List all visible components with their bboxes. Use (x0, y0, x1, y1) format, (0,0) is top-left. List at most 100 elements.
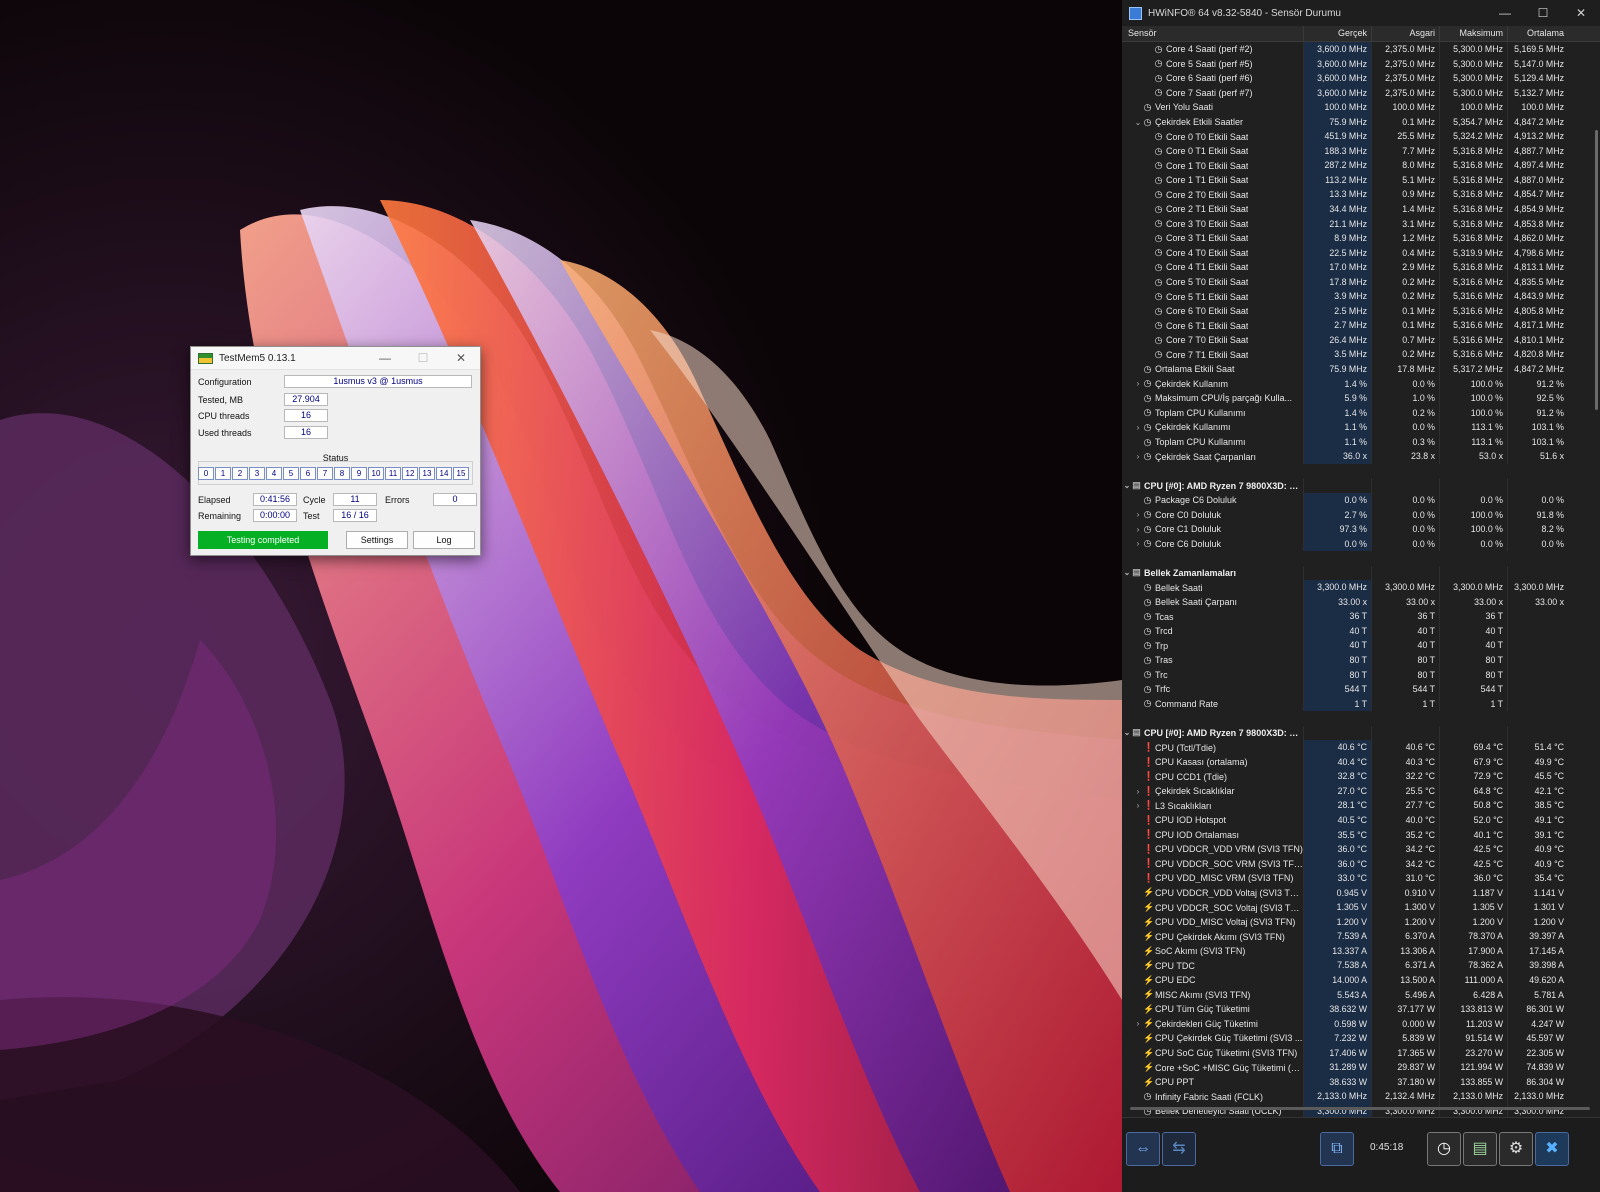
chevron-right-icon[interactable]: › (1133, 801, 1143, 810)
column-header-current[interactable]: Gerçek (1303, 26, 1371, 41)
chevron-right-icon[interactable]: › (1133, 525, 1143, 534)
collapse-arrows-icon[interactable]: ⇆ (1162, 1132, 1196, 1166)
horizontal-scrollbar[interactable] (1130, 1107, 1590, 1110)
sensor-row[interactable]: ◷ Trc 80 T 80 T 80 T (1122, 667, 1592, 683)
sensor-row[interactable]: ⚡ CPU VDDCR_SOC Voltaj (SVI3 TFN) 1.305 V1… (1122, 900, 1592, 915)
sensor-row[interactable]: ❗ CPU IOD Ortalaması 35.5 °C 35.2 °C 40.1 °C… (1122, 827, 1592, 843)
chevron-down-icon[interactable]: ⌄ (1122, 481, 1132, 490)
sensor-row[interactable]: ⚡ MISC Akımı (SVI3 TFN) 5.543 A 5.496 A 6.42… (1122, 987, 1592, 1003)
hwinfo-titlebar[interactable]: HWiNFO® 64 v8.32-5840 - Sensör Durumu — … (1122, 0, 1600, 26)
sensor-row[interactable]: ◷ Core 1 T1 Etkili Saat 113.2 MHz 5.1 MHz 5,… (1122, 172, 1592, 188)
sensor-row[interactable]: ◷ Core 6 T1 Etkili Saat 2.7 MHz 0.1 MHz 5,31… (1122, 318, 1592, 333)
maximize-icon[interactable]: ☐ (1524, 6, 1562, 20)
sensor-row[interactable]: ❗ CPU Kasası (ortalama) 40.4 °C 40.3 °C 67.9… (1122, 754, 1592, 770)
sensor-row[interactable]: ◷ Core 0 T1 Etkili Saat 188.3 MHz 7.7 MHz 5,… (1122, 143, 1592, 159)
sensor-row[interactable]: ◷ Core 6 T0 Etkili Saat 2.5 MHz 0.1 MHz 5,31… (1122, 303, 1592, 319)
sensor-row[interactable]: ◷ Core 7 Saati (perf #7) 3,600.0 MHz 2,375.… (1122, 85, 1592, 101)
close-icon[interactable]: ✕ (1562, 6, 1600, 20)
sensor-row[interactable]: ◷ Core 4 T0 Etkili Saat 22.5 MHz 0.4 MHz 5,3… (1122, 245, 1592, 261)
sensor-row[interactable]: ◷ Core 5 T1 Etkili Saat 3.9 MHz 0.2 MHz 5,31… (1122, 289, 1592, 304)
chevron-right-icon[interactable]: › (1133, 423, 1143, 432)
sensor-row[interactable]: ◷ Tras 80 T 80 T 80 T (1122, 652, 1592, 668)
sensor-row[interactable]: ❗ CPU VDDCR_SOC VRM (SVI3 TFN) 36.0 °C 34.2… (1122, 856, 1592, 872)
sensor-row[interactable]: ◷ Core 4 Saati (perf #2) 3,600.0 MHz 2,375.… (1122, 42, 1592, 57)
sensor-group-row[interactable]: ⌄ ▤ Bellek Zamanlamaları (1122, 565, 1592, 581)
sensor-row[interactable]: ⚡ CPU TDC 7.538 A 6.371 A 78.362 A 39.398 A (1122, 958, 1592, 973)
sensor-row[interactable]: ◷ Core 6 Saati (perf #6) 3,600.0 MHz 2,375.… (1122, 71, 1592, 86)
sensor-row[interactable]: ❗ CPU CCD1 (Tdie) 32.8 °C 32.2 °C 72.9 °C 45.… (1122, 769, 1592, 784)
sensor-row[interactable]: › ❗ L3 Sıcaklıkları 28.1 °C 27.7 °C 50.8 °C 38… (1122, 798, 1592, 813)
sensor-row[interactable]: ◷ Core 0 T0 Etkili Saat 451.9 MHz 25.5 MHz 5… (1122, 129, 1592, 144)
sensor-row[interactable]: ❗ CPU (Tctl/Tdie) 40.6 °C 40.6 °C 69.4 °C 51.… (1122, 740, 1592, 755)
sensor-row[interactable]: ⚡ CPU Çekirdek Güç Tüketimi (SVI3 ... 7.23… (1122, 1031, 1592, 1046)
report-icon[interactable]: ▤ (1463, 1132, 1497, 1166)
sensor-group-row[interactable]: ⌄▤CPU [#0]: AMD Ryzen 7 9800X3D: Enhance… (1122, 725, 1592, 741)
sensor-row[interactable]: ◷ Core 1 T0 Etkili Saat 287.2 MHz 8.0 MHz 5,… (1122, 158, 1592, 173)
settings-button[interactable]: Settings (346, 531, 408, 549)
sensor-row[interactable]: ⚡ Core +SoC +MISC Güç Tüketimi (S... 31.28… (1122, 1060, 1592, 1075)
clock-icon[interactable]: ◷ (1427, 1132, 1461, 1166)
column-header-maximum[interactable]: Maksimum (1439, 26, 1507, 41)
expand-collapse-icon[interactable]: ⇔ (1126, 1132, 1160, 1166)
sensor-row[interactable]: ⚡ CPU SoC Güç Tüketimi (SVI3 TFN) 17.406 W… (1122, 1045, 1592, 1061)
sensor-row[interactable]: ⚡ SoC Akımı (SVI3 TFN) 13.337 A 13.306 A 17.… (1122, 943, 1592, 959)
sensor-row[interactable]: ❗ CPU IOD Hotspot 40.5 °C 40.0 °C 52.0 °C 49.… (1122, 812, 1592, 828)
sensor-row[interactable]: ◷ Tcas 36 T 36 T 36 T (1122, 609, 1592, 624)
column-header-sensor[interactable]: Sensör (1122, 26, 1303, 41)
network-icon[interactable]: ⧉ (1320, 1132, 1354, 1166)
sensor-row[interactable]: ⚡ CPU VDD_MISC Voltaj (SVI3 TFN) 1.200 V 1.… (1122, 914, 1592, 930)
gear-icon[interactable]: ⚙ (1499, 1132, 1533, 1166)
sensor-row[interactable]: ◷ Trp 40 T 40 T 40 T (1122, 638, 1592, 653)
column-header-minimum[interactable]: Asgari (1371, 26, 1439, 41)
chevron-right-icon[interactable]: › (1133, 379, 1143, 388)
sensor-group-row[interactable]: ⌄▤CPU [#0]: AMD Ryzen 7 9800X3D: C-State… (1122, 478, 1592, 493)
sensor-row[interactable]: › ◷ Core C0 Doluluk 2.7 % 0.0 % 100.0 % 91.8 % (1122, 507, 1592, 523)
sensor-row[interactable]: ◷ Core 3 T1 Etkili Saat 8.9 MHz 1.2 MHz 5,31… (1122, 231, 1592, 246)
minimize-icon[interactable]: — (366, 351, 404, 365)
sensor-row[interactable]: ◷ Core 3 T0 Etkili Saat 21.1 MHz 3.1 MHz 5,3… (1122, 216, 1592, 232)
sensor-row[interactable]: ◷ Core 5 Saati (perf #5) 3,600.0 MHz 2,375.… (1122, 56, 1592, 72)
sensor-row[interactable]: › ◷ Çekirdek Saat Çarpanları 36.0 x 23.8 x 53… (1122, 449, 1592, 464)
sensor-row[interactable]: ⚡ CPU PPT 38.633 W 37.180 W 133.855 W 86.304 … (1122, 1074, 1592, 1090)
chevron-down-icon[interactable]: ⌄ (1133, 118, 1143, 127)
sensor-row[interactable]: ◷ Core 7 T0 Etkili Saat 26.4 MHz 0.7 MHz 5,3… (1122, 332, 1592, 348)
chevron-right-icon[interactable]: › (1133, 787, 1143, 796)
chevron-right-icon[interactable]: › (1133, 539, 1143, 548)
sensor-row[interactable]: ◷ Bellek Saati Çarpanı 33.00 x 33.00 x 33.00… (1122, 594, 1592, 610)
sensor-row[interactable]: › ❗ Çekirdek Sıcaklıklar 27.0 °C 25.5 °C 64.8… (1122, 783, 1592, 799)
sensor-row[interactable]: ◷ Core 2 T1 Etkili Saat 34.4 MHz 1.4 MHz 5,3… (1122, 202, 1592, 217)
vertical-scrollbar[interactable] (1595, 130, 1598, 410)
sensor-row[interactable]: ⚡ CPU VDDCR_VDD Voltaj (SVI3 TFN) 0.945 V0… (1122, 885, 1592, 901)
sensor-row[interactable]: ◷ Bellek Saati 3,300.0 MHz 3,300.0 MHz 3,300… (1122, 580, 1592, 595)
sensor-row[interactable]: ◷ Toplam CPU Kullanımı 1.1 % 0.3 % 113.1 % 10… (1122, 434, 1592, 450)
sensor-row[interactable]: ◷ Maksimum CPU/İş parçağı Kulla... 5.9 % 1.… (1122, 391, 1592, 406)
chevron-down-icon[interactable]: ⌄ (1122, 728, 1132, 737)
sensor-row[interactable]: ◷ Core 7 T1 Etkili Saat 3.5 MHz 0.2 MHz 5,31… (1122, 347, 1592, 363)
sensor-row[interactable]: ◷ Core 5 T0 Etkili Saat 17.8 MHz 0.2 MHz 5,3… (1122, 274, 1592, 290)
sensor-row[interactable]: ⚡ CPU Çekirdek Akımı (SVI3 TFN) 7.539 A 6.3… (1122, 929, 1592, 944)
sensor-row[interactable]: ⚡ CPU Tüm Güç Tüketimi 38.632 W 37.177 W 133… (1122, 1002, 1592, 1017)
sensor-row[interactable]: ◷ Package C6 Doluluk 0.0 % 0.0 % 0.0 % 0.0 % (1122, 492, 1592, 508)
sensor-row[interactable]: › ◷ Çekirdek Kullanımı 1.1 % 0.0 % 113.1 % 103… (1122, 420, 1592, 435)
sensor-row[interactable]: › ⚡ Çekirdekleri Güç Tüketimi 0.598 W 0.000 … (1122, 1016, 1592, 1032)
testmem5-titlebar[interactable]: TestMem5 0.13.1 — ☐ ✕ (191, 347, 480, 370)
close-icon[interactable]: ✖ (1535, 1132, 1569, 1166)
sensor-row[interactable]: ◷ Toplam CPU Kullanımı 1.4 % 0.2 % 100.0 % 91… (1122, 405, 1592, 421)
sensor-row[interactable]: ◷ Core 4 T1 Etkili Saat 17.0 MHz 2.9 MHz 5,3… (1122, 260, 1592, 275)
sensor-row[interactable]: ◷ Ortalama Etkili Saat 75.9 MHz 17.8 MHz 5,3… (1122, 362, 1592, 377)
sensor-row[interactable]: ◷ Command Rate 1 T1 T1 T (1122, 696, 1592, 712)
sensor-row[interactable]: ⚡ CPU EDC 14.000 A 13.500 A 111.000 A 49.620 … (1122, 973, 1592, 988)
sensor-row[interactable]: ◷ Core 2 T0 Etkili Saat 13.3 MHz 0.9 MHz 5,3… (1122, 187, 1592, 203)
chevron-right-icon[interactable]: › (1133, 452, 1143, 461)
sensor-row[interactable]: › ◷ Core C6 Doluluk 0.0 % 0.0 % 0.0 % 0.0 % (1122, 536, 1592, 552)
sensor-row[interactable]: ◷ Infinity Fabric Saati (FCLK) 2,133.0 MHz… (1122, 1089, 1592, 1104)
chevron-right-icon[interactable]: › (1133, 510, 1143, 519)
sensor-row[interactable]: ◷ Trfc 544 T 544 T 544 T (1122, 682, 1592, 697)
column-header-average[interactable]: Ortalama (1507, 26, 1568, 41)
sensor-row[interactable]: ❗ CPU VDD_MISC VRM (SVI3 TFN) 33.0 °C 31.0 … (1122, 871, 1592, 886)
sensor-row[interactable]: ⌄ ◷ Çekirdek Etkili Saatler 75.9 MHz 0.1 MHz… (1122, 114, 1592, 130)
minimize-icon[interactable]: — (1486, 6, 1524, 20)
sensor-row[interactable]: › ◷ Core C1 Doluluk 97.3 % 0.0 % 100.0 % 8.2 % (1122, 522, 1592, 537)
sensor-row[interactable]: › ◷ Çekirdek Kullanım 1.4 % 0.0 % 100.0 % 91.2… (1122, 376, 1592, 392)
chevron-right-icon[interactable]: › (1133, 1019, 1143, 1028)
